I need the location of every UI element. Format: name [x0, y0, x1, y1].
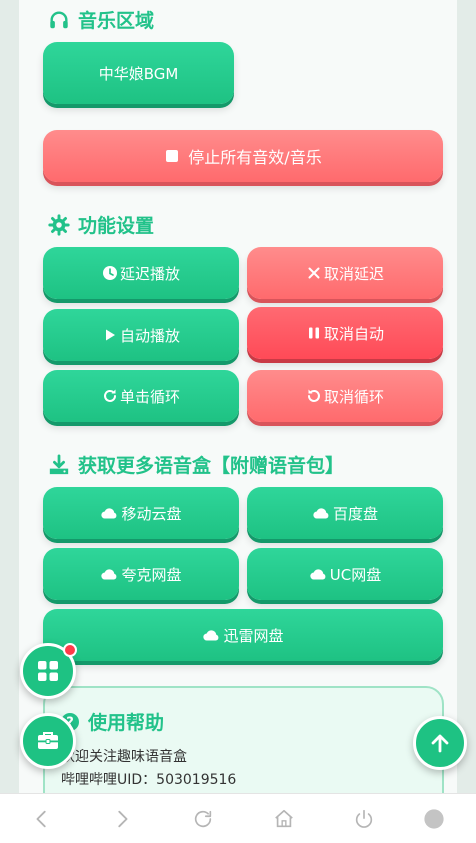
arrow-up-icon [428, 731, 452, 755]
cancel-delay-button[interactable]: 取消延迟 [247, 247, 443, 299]
cancel-auto-button[interactable]: 取消自动 [247, 307, 443, 359]
clock-icon [102, 265, 118, 281]
stop-icon [164, 148, 180, 164]
gear-icon [48, 213, 70, 236]
xunlei-button[interactable]: 迅雷网盘 [43, 609, 443, 661]
help-section-label: 使用帮助 [88, 712, 165, 734]
refresh-icon[interactable] [192, 808, 214, 830]
toolbox-fab[interactable] [20, 713, 76, 769]
baidu-label: 百度盘 [332, 504, 378, 523]
back-icon[interactable] [31, 808, 53, 830]
mobile-cloud-label: 移动云盘 [121, 504, 182, 523]
home-icon[interactable] [273, 808, 295, 830]
quark-button[interactable]: 夸克网盘 [43, 548, 239, 600]
power-icon[interactable] [353, 808, 375, 830]
music-section-title: 音乐区域 [48, 6, 154, 33]
cloud-icon [100, 505, 119, 521]
help-line-follow: 欢迎关注趣味语音盒 [61, 749, 187, 765]
undo-icon [306, 388, 322, 404]
mobile-cloud-button[interactable]: 移动云盘 [43, 487, 239, 539]
cloud-icon [309, 566, 328, 582]
scroll-top-fab[interactable] [413, 716, 467, 770]
auto-play-label: 自动播放 [119, 326, 180, 345]
download-section-label: 获取更多语音盒【附赠语音包】 [78, 455, 345, 477]
delay-play-label: 延迟播放 [119, 264, 180, 283]
cloud-icon [312, 505, 331, 521]
cloud-icon [100, 566, 119, 582]
download-icon [48, 453, 70, 476]
single-loop-button[interactable]: 单击循环 [43, 370, 239, 422]
bgm-button[interactable]: 中华娘BGM [43, 42, 234, 104]
auto-play-button[interactable]: 自动播放 [43, 309, 239, 361]
cancel-loop-button[interactable]: 取消循环 [247, 370, 443, 422]
toolbox-icon [36, 729, 60, 753]
notification-badge [63, 643, 77, 657]
cancel-delay-label: 取消延迟 [323, 264, 384, 283]
browser-nav-bar [0, 793, 476, 843]
music-section-label: 音乐区域 [78, 10, 155, 32]
single-loop-label: 单击循环 [119, 387, 180, 406]
cloud-icon [202, 627, 221, 643]
quark-label: 夸克网盘 [121, 565, 182, 584]
download-section-title: 获取更多语音盒【附赠语音包】 [48, 451, 344, 478]
xunlei-label: 迅雷网盘 [223, 626, 284, 645]
delay-play-button[interactable]: 延迟播放 [43, 247, 239, 299]
grid-icon [36, 659, 60, 683]
headphones-icon [48, 9, 70, 31]
pause-icon [306, 325, 322, 341]
baidu-button[interactable]: 百度盘 [247, 487, 443, 539]
close-icon [306, 265, 322, 281]
cancel-auto-label: 取消自动 [323, 324, 384, 343]
bgm-button-label: 中华娘BGM [98, 64, 179, 83]
redo-icon [102, 388, 118, 404]
forward-icon[interactable] [111, 808, 133, 830]
settings-section-title: 功能设置 [48, 211, 154, 238]
menu-circle-icon[interactable] [423, 808, 445, 830]
uc-label: UC网盘 [329, 565, 382, 584]
stop-all-button[interactable]: 停止所有音效/音乐 [43, 130, 443, 182]
uc-button[interactable]: UC网盘 [247, 548, 443, 600]
stop-all-label: 停止所有音效/音乐 [188, 148, 322, 167]
help-section-title: ? 使用帮助 [60, 708, 164, 735]
settings-section-label: 功能设置 [78, 215, 155, 237]
cancel-loop-label: 取消循环 [323, 387, 384, 406]
help-line-uid: 哔哩哔哩UID：503019516 [61, 772, 237, 788]
play-icon [102, 327, 118, 343]
